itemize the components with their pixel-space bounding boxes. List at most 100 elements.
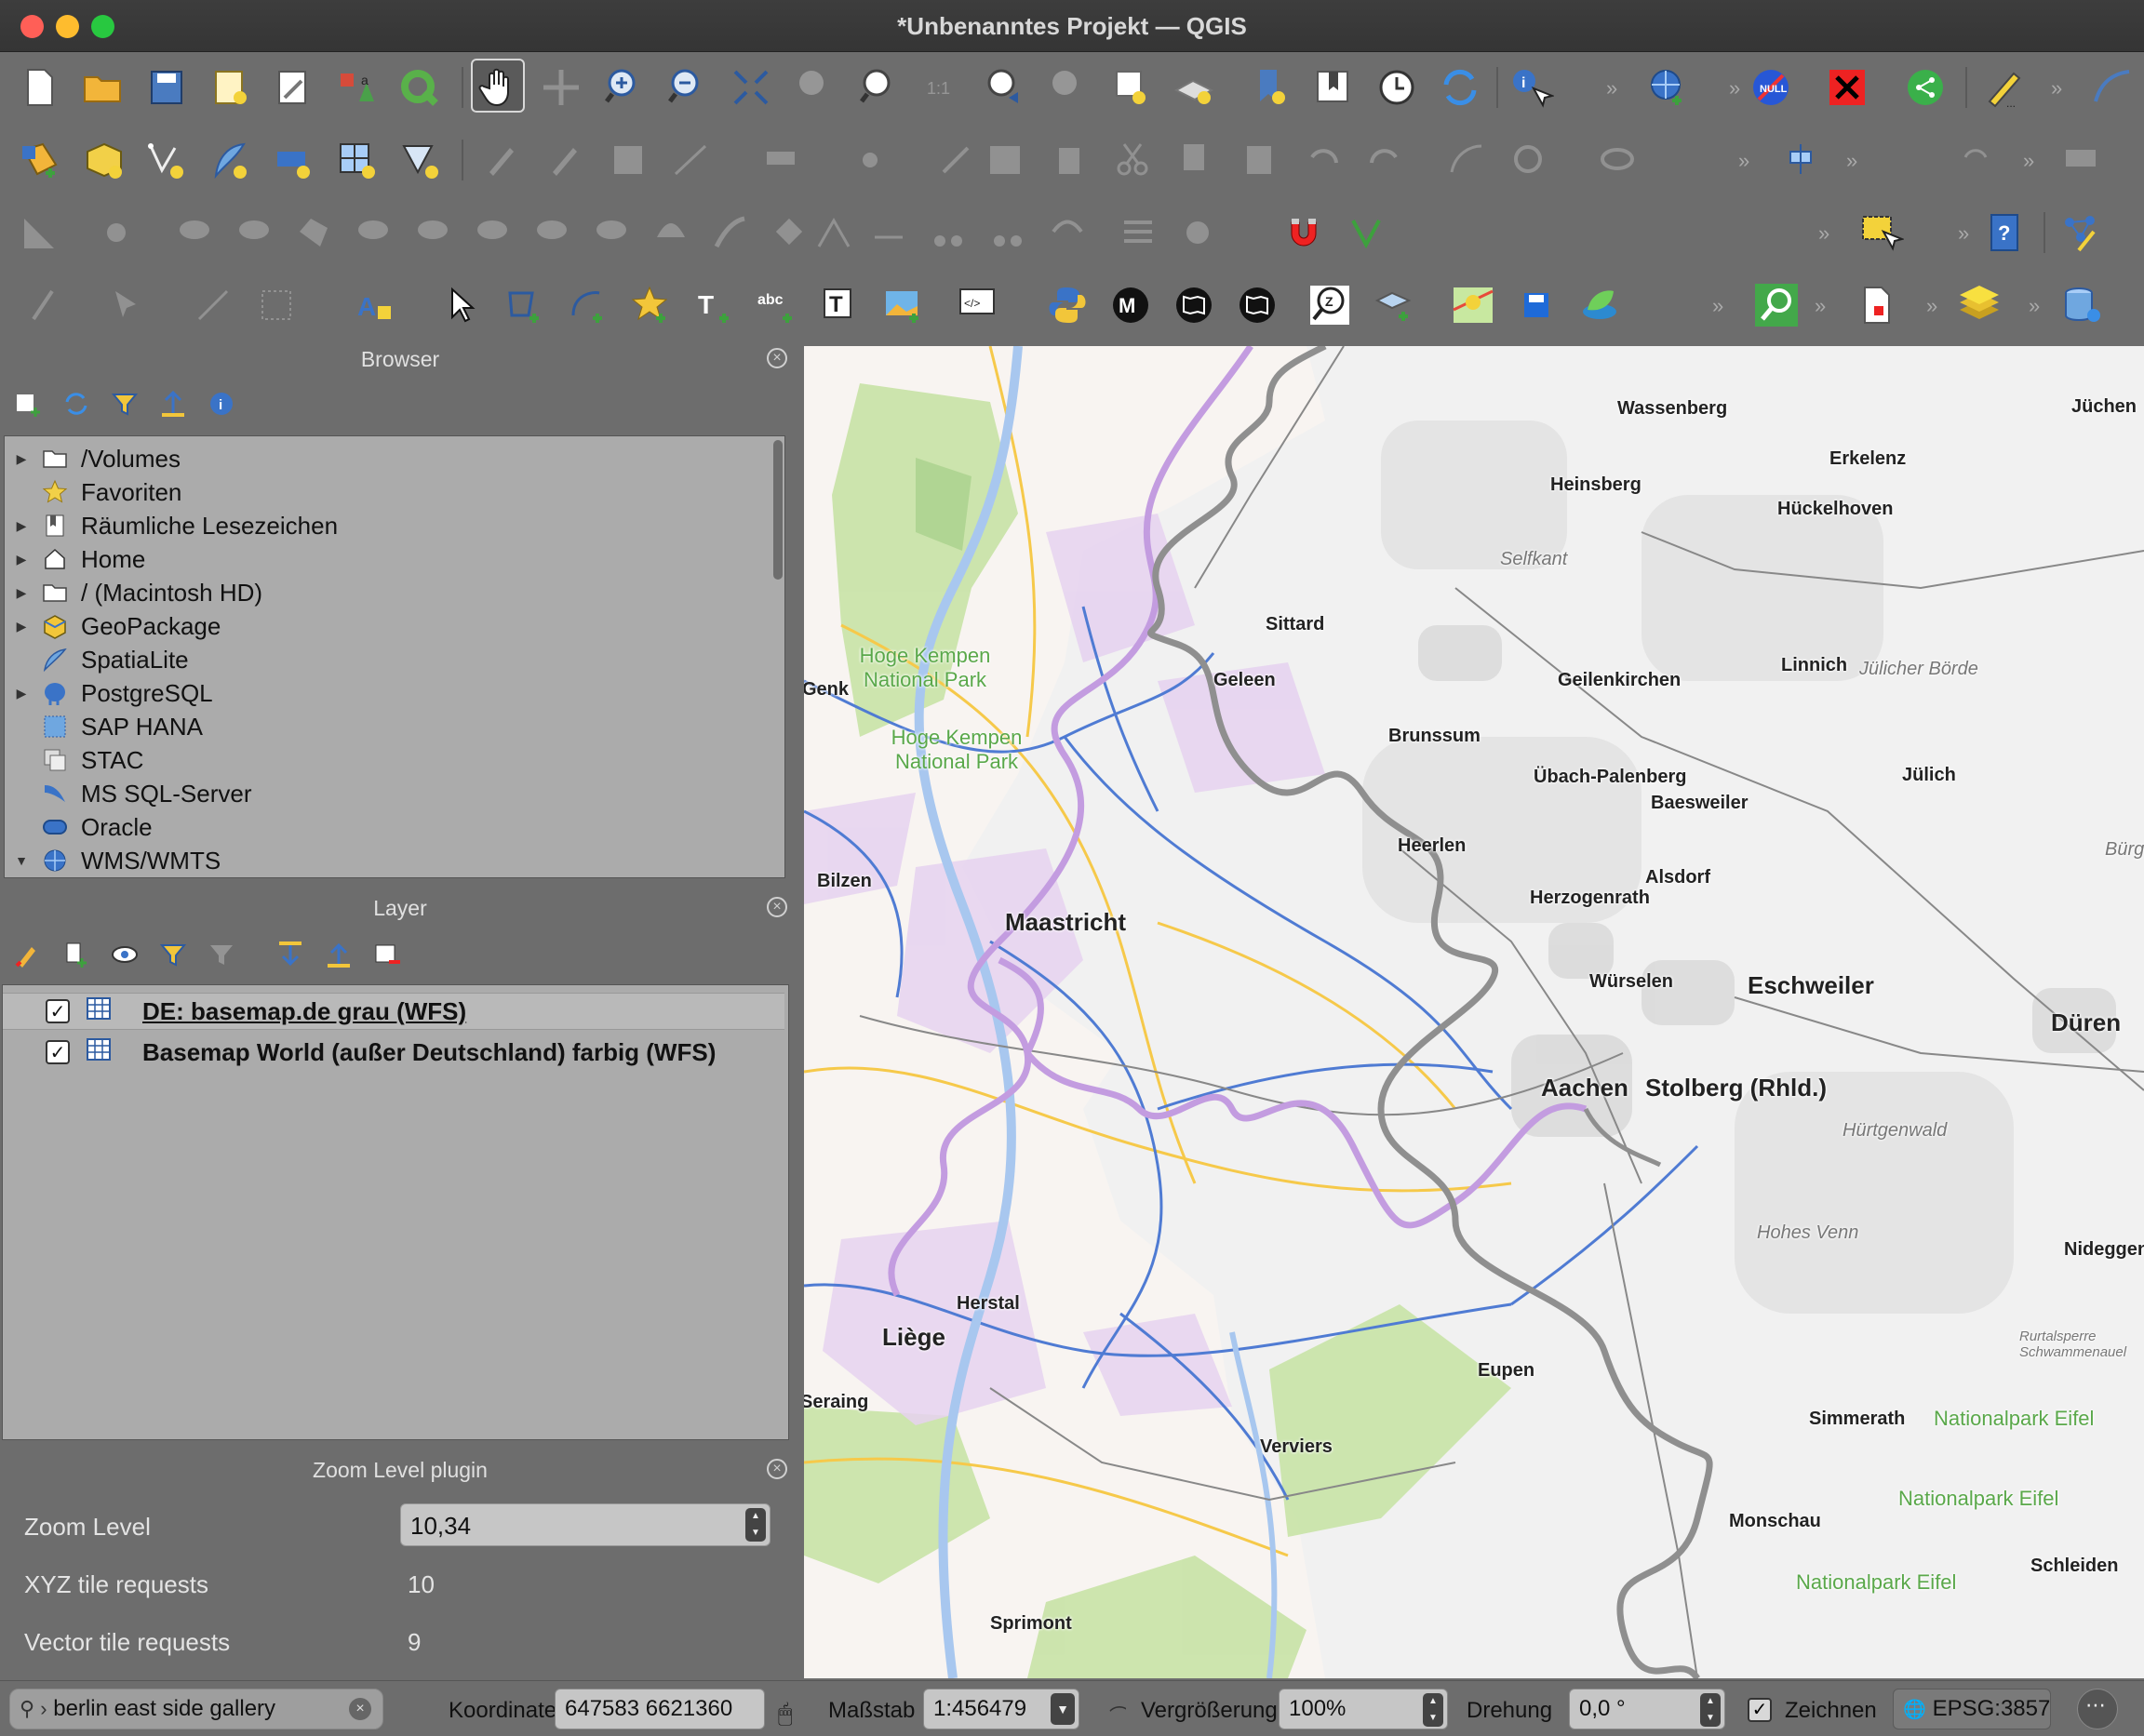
- refresh-browser-button[interactable]: [60, 387, 93, 421]
- rotate-feature-button[interactable]: [168, 206, 221, 260]
- merge-attributes-button[interactable]: [1040, 206, 1094, 260]
- digitize-shape-button[interactable]: [1439, 133, 1493, 187]
- snapping-layers-button[interactable]: [1340, 206, 1394, 260]
- qgis-button[interactable]: [393, 60, 447, 114]
- add-ring-button[interactable]: [346, 206, 400, 260]
- layer-item[interactable]: ✓ Basemap World (außer Deutschland) farbi…: [3, 1034, 784, 1071]
- node-tool-button[interactable]: [186, 278, 240, 332]
- rotation-spinner[interactable]: ▲ ▼: [1700, 1693, 1721, 1727]
- identify-features-button[interactable]: i: [1504, 60, 1558, 114]
- zoom-plugin-close-button[interactable]: ×: [767, 1459, 787, 1479]
- browser-item[interactable]: ▶ Home: [5, 542, 768, 576]
- add-wms-layer-button[interactable]: [1640, 60, 1694, 114]
- split-parts-button[interactable]: [921, 206, 975, 260]
- map-tool-2-button[interactable]: [1230, 278, 1284, 332]
- new-geopackage-layer-button[interactable]: [13, 133, 67, 187]
- vertex-tool-button[interactable]: [843, 133, 897, 187]
- layout-manager-button[interactable]: [266, 60, 320, 114]
- layer-visibility-checkbox[interactable]: ✓: [46, 1040, 70, 1064]
- browser-item[interactable]: MS SQL-Server: [5, 777, 768, 810]
- paste-features-button[interactable]: [1232, 133, 1286, 187]
- save-project-button[interactable]: [140, 60, 194, 114]
- rotation-spinbox[interactable]: 0,0 ° ▲ ▼: [1569, 1689, 1725, 1729]
- offset-button[interactable]: [704, 206, 757, 260]
- locator-search-input[interactable]: ⚲ › berlin east side gallery ×: [9, 1689, 383, 1729]
- zoom-level-plugin-button[interactable]: Z: [1303, 278, 1357, 332]
- add-marker-annotation-button[interactable]: [623, 278, 677, 332]
- print-pdf-button[interactable]: [1850, 278, 1904, 332]
- new-shapefile-layer-button[interactable]: [76, 133, 130, 187]
- expand-arrow-icon[interactable]: ▶: [5, 552, 38, 568]
- add-line-annotation-button[interactable]: [560, 278, 614, 332]
- add-feature-button[interactable]: [756, 133, 810, 187]
- lock-scale-icon[interactable]: ⌒: [1100, 1694, 1126, 1724]
- modify-attributes-button[interactable]: [979, 133, 1033, 187]
- offset-point-symbols-button[interactable]: [1171, 206, 1225, 260]
- zoom-level-spinbox[interactable]: 10,34 ▲ ▼: [400, 1503, 770, 1546]
- advanced-digitizing-button[interactable]: [13, 206, 67, 260]
- label-abc-button[interactable]: [2055, 133, 2109, 187]
- browser-item[interactable]: ▶ PostgreSQL: [5, 676, 768, 710]
- zoom-to-selection-button[interactable]: [787, 60, 841, 114]
- temporal-controller-button[interactable]: [1370, 60, 1424, 114]
- pan-to-selection-button[interactable]: [534, 60, 588, 114]
- browser-item[interactable]: SAP HANA: [5, 710, 768, 743]
- new-print-layout-button[interactable]: [203, 60, 257, 114]
- trim-extend-button[interactable]: [808, 206, 862, 260]
- new-spatialite-layer-button[interactable]: [140, 133, 194, 187]
- delete-part-button[interactable]: [584, 206, 638, 260]
- browser-item[interactable]: Favoriten: [5, 475, 768, 509]
- reshape-button[interactable]: [644, 206, 698, 260]
- filter-browser-button[interactable]: [108, 387, 141, 421]
- crs-button[interactable]: 🌐 EPSG:3857: [1893, 1689, 2051, 1729]
- share-button[interactable]: [1898, 60, 1952, 114]
- add-group-button[interactable]: [60, 938, 93, 971]
- expand-arrow-icon[interactable]: ▼: [5, 853, 38, 868]
- copy-features-button[interactable]: [1169, 133, 1223, 187]
- python-console-button[interactable]: [1040, 278, 1094, 332]
- zoom-full-button[interactable]: [724, 60, 778, 114]
- expand-arrow-icon[interactable]: ▶: [5, 518, 38, 534]
- merge-features-button[interactable]: [981, 206, 1035, 260]
- new-project-button[interactable]: [13, 60, 67, 114]
- browser-item[interactable]: SpatiaLite: [5, 643, 768, 676]
- zoom-to-layer-button[interactable]: [851, 60, 904, 114]
- add-point-text-button[interactable]: T: [687, 278, 741, 332]
- new-3d-view-button[interactable]: [1167, 60, 1221, 114]
- browser-item[interactable]: ▶ /Volumes: [5, 442, 768, 475]
- style-manager-button[interactable]: a: [329, 60, 383, 114]
- select-features-button[interactable]: [100, 278, 154, 332]
- add-polygon-annotation-button[interactable]: [497, 278, 551, 332]
- coordinate-field[interactable]: 647583 6621360: [555, 1689, 765, 1729]
- remove-layer-button[interactable]: [370, 938, 404, 971]
- fill-ring-button[interactable]: [465, 206, 519, 260]
- filter-legend-button[interactable]: [156, 938, 190, 971]
- search-locator-button[interactable]: [1749, 278, 1803, 332]
- expand-arrow-icon[interactable]: ▶: [5, 451, 38, 467]
- new-spatialite-button[interactable]: [203, 133, 257, 187]
- browser-item[interactable]: ▶ Räumliche Lesezeichen: [5, 509, 768, 542]
- delete-selected-button[interactable]: [1042, 133, 1096, 187]
- select-by-location-button[interactable]: [1854, 206, 1908, 260]
- split-features-button[interactable]: [862, 206, 916, 260]
- map-tool-1-button[interactable]: [1167, 278, 1221, 332]
- rotate-point-symbols-button[interactable]: [1111, 206, 1165, 260]
- browser-item[interactable]: STAC: [5, 743, 768, 777]
- current-edits-button[interactable]: [475, 133, 529, 187]
- filter-by-expression-button[interactable]: [205, 938, 238, 971]
- layer-visibility-checkbox[interactable]: ✓: [46, 999, 70, 1023]
- plugin-tool-button[interactable]: [2053, 206, 2107, 260]
- map-canvas[interactable]: Wassenberg Jüchen Erkelenz Heinsberg Hückelh…: [804, 346, 2144, 1678]
- rotate-label-button[interactable]: [1949, 133, 2003, 187]
- manage-visibility-button[interactable]: [108, 938, 141, 971]
- add-selected-layers-button[interactable]: [11, 387, 45, 421]
- save-disk-button[interactable]: [1509, 278, 1563, 332]
- move-feature-button[interactable]: [89, 206, 143, 260]
- browser-item[interactable]: Oracle: [5, 810, 768, 844]
- open-project-button[interactable]: [76, 60, 130, 114]
- layer-tool-button[interactable]: [1366, 278, 1420, 332]
- expand-arrow-icon[interactable]: ▶: [5, 686, 38, 701]
- layer-tree[interactable]: ✓ DE: basemap.de grau (WFS) ✓ Basemap World…: [2, 984, 789, 1440]
- layer-item[interactable]: ✓ DE: basemap.de grau (WFS): [3, 993, 784, 1030]
- offset-curve-button[interactable]: [227, 206, 281, 260]
